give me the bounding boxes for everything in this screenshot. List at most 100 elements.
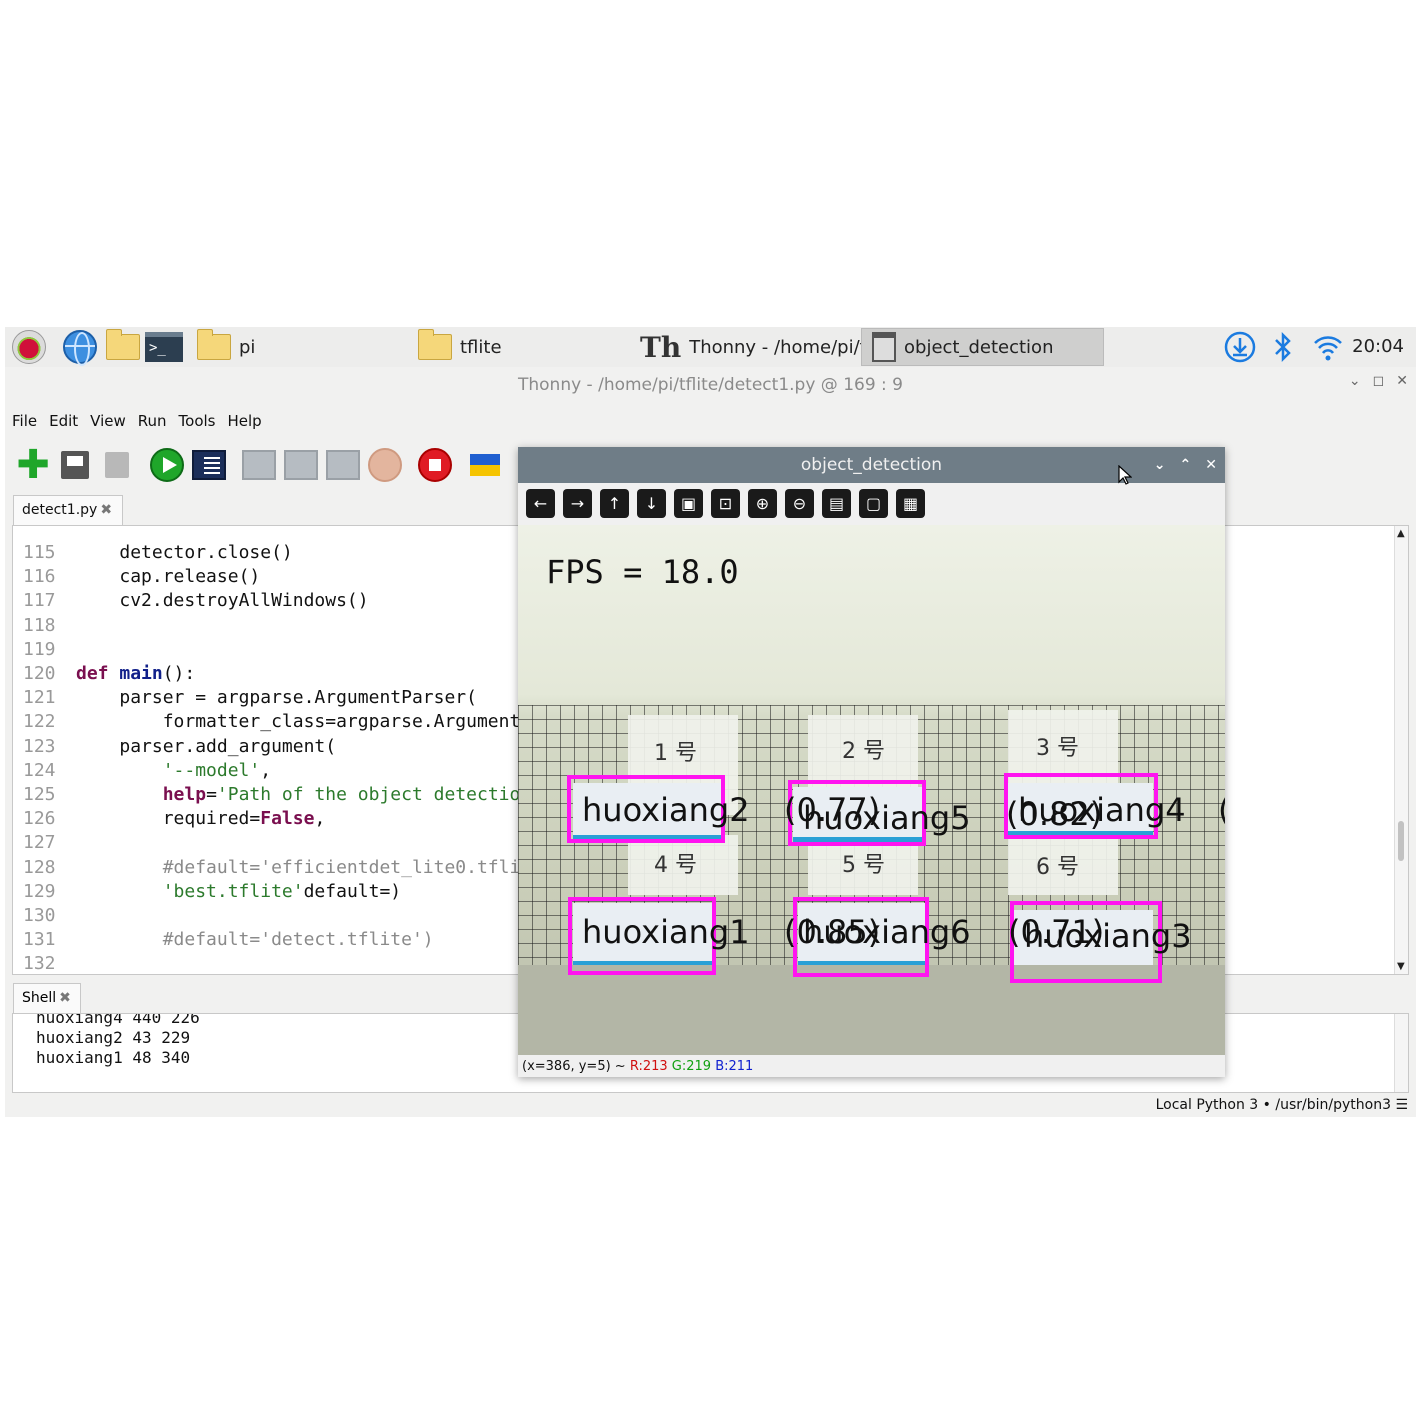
code-line: required=False, [76,808,326,829]
red-value: R:213 [629,1059,668,1074]
scroll-down-icon[interactable]: ▼ [1397,961,1405,972]
pan-up-button[interactable]: ↑ [600,489,629,518]
step-out-button[interactable] [325,447,361,483]
detection-label: huoxiang6 [803,913,971,951]
browser-launcher[interactable] [63,327,97,367]
editor-tab-detect1[interactable]: detect1.py ✖ [13,495,123,525]
zoom-out-button[interactable]: ⊖ [785,489,814,518]
taskbar-item-object-detection[interactable]: object_detection [861,328,1105,366]
detection-label: huoxiang4 [1018,791,1186,829]
taskbar-item-label: Thonny - /home/pi/t.. [689,336,879,358]
menu-help[interactable]: Help [228,412,262,430]
menu-tools[interactable]: Tools [179,412,216,430]
close-tab-icon[interactable]: ✖ [59,990,71,1006]
code-line: cv2.destroyAllWindows() [76,590,369,611]
window-title: Thonny - /home/pi/tflite/detect1.py @ 16… [517,375,903,395]
file-manager-launcher[interactable] [106,327,140,367]
minimize-icon[interactable]: ⌄ [1349,373,1361,389]
line-number: 121 [23,687,56,708]
code-token: cap.release() [119,566,261,587]
scroll-up-icon[interactable]: ▲ [1397,528,1405,539]
mouse-cursor-icon [1118,465,1132,485]
zoom-original-button[interactable]: ⊡ [711,489,740,518]
debug-button[interactable] [191,447,227,483]
pan-left-button[interactable]: ← [526,489,555,518]
menu-icon[interactable]: ☰ [1395,1097,1408,1113]
taskbar-item-thonny[interactable]: Th Thonny - /home/pi/t.. [640,327,878,367]
globe-icon [63,330,97,366]
zoom-in-icon: ⊕ [755,494,770,513]
zoom-out-icon: ⊖ [792,494,807,513]
code-token: default= [303,881,391,902]
terminal-launcher[interactable]: >_ [145,327,183,367]
detection-label: huoxiang3 [1024,917,1192,955]
toolbar: ✚ [15,442,509,488]
zoom-in-button[interactable]: ⊕ [748,489,777,518]
minimize-icon[interactable]: ⌄ [1154,457,1166,473]
run-button[interactable] [149,447,185,483]
code-token: False [260,808,315,829]
resume-icon [368,448,402,482]
open-file-button[interactable] [57,447,93,483]
bluetooth-icon[interactable] [1265,329,1301,365]
code-line: '--model', [76,760,271,781]
zoom-fit-button[interactable]: ▣ [674,489,703,518]
close-icon[interactable]: ✕ [1205,457,1217,473]
save-file-button[interactable] [99,447,135,483]
step-into-icon [284,450,318,480]
scrollbar-thumb[interactable] [1398,821,1404,861]
step-into-button[interactable] [283,447,319,483]
shell-output-line: huoxiang4 440 226 [36,1013,200,1027]
code-token: #default='detect.tflite') [162,929,434,950]
cursor-coords: (x=386, y=5) ~ [522,1059,630,1074]
window-controls: ⌄ ◻ ✕ [1349,373,1408,389]
object-detection-window[interactable]: object_detection ⌄ ⌃ ✕ ← → ↑ ↓ ▣ ⊡ ⊕ ⊖ ▤… [518,447,1225,1077]
save-image-button[interactable]: ▤ [822,489,851,518]
taskbar-item-label: object_detection [904,336,1054,358]
interpreter-status[interactable]: Local Python 3 • /usr/bin/python3 ☰ [1156,1097,1408,1113]
menu-run[interactable]: Run [138,412,167,430]
code-line: detector.close() [76,542,292,563]
step-over-button[interactable] [241,447,277,483]
maximize-icon[interactable]: ⌃ [1180,457,1192,473]
wifi-icon[interactable] [1310,329,1346,365]
pan-right-button[interactable]: → [563,489,592,518]
code-token: parser = argparse.ArgumentParser( [119,687,477,708]
folder-icon [197,329,231,360]
code-token: (): [162,663,196,684]
menu-file[interactable]: File [12,412,37,430]
pan-down-button[interactable]: ↓ [637,489,666,518]
image-icon: ▣ [680,494,697,513]
support-ukraine-button[interactable] [467,447,503,483]
maximize-icon[interactable]: ◻ [1373,373,1385,389]
new-file-button[interactable]: ✚ [15,442,51,488]
close-tab-icon[interactable]: ✖ [100,502,112,518]
menu-edit[interactable]: Edit [49,412,78,430]
close-icon[interactable]: ✕ [1396,373,1408,389]
code-token: cv2.destroyAllWindows() [119,590,369,611]
line-number: 115 [23,542,56,563]
shell-scrollbar[interactable] [1394,1014,1408,1092]
download-icon[interactable] [1222,329,1258,365]
detection-label: huoxiang1 [582,913,750,951]
fps-readout: FPS = 18.0 [546,553,739,591]
taskbar-item-pi[interactable]: pi [197,327,255,367]
properties-button[interactable]: ▦ [896,489,925,518]
clock[interactable]: 20:04 [1352,327,1404,367]
save-icon: ▤ [828,494,845,513]
resume-button[interactable] [367,447,403,483]
camera-feed[interactable]: 1 号 2 号 3 号 4 号 5 号 6 号 FPS = 18.0 huoxi… [518,525,1225,1055]
editor-scrollbar[interactable]: ▲ ▼ [1394,526,1408,974]
stop-button[interactable] [417,447,453,483]
taskbar-item-tflite[interactable]: tflite [418,327,502,367]
menu-view[interactable]: View [90,412,126,430]
shell-tab[interactable]: Shell ✖ [13,983,81,1013]
copy-clipboard-button[interactable]: ▢ [859,489,888,518]
raspberry-menu-button[interactable] [12,327,46,367]
code-line: def main(): [76,663,195,684]
